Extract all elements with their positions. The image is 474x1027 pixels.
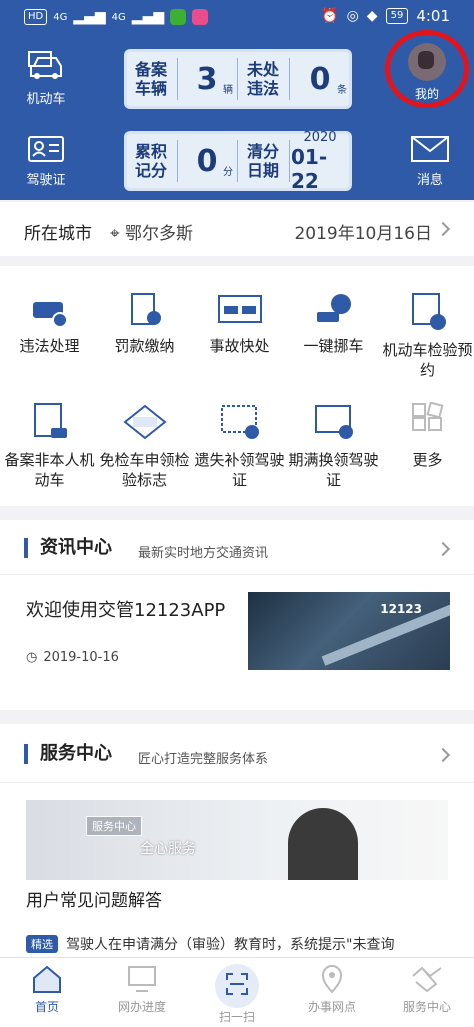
service-center-subtitle: 匠心打造完整服务体系 (138, 752, 269, 767)
news-title: 资讯中心 (24, 538, 112, 558)
news-thumbnail[interactable]: 12123 (248, 592, 450, 670)
messages-button[interactable]: 消息 (404, 135, 456, 188)
wifi-icon: ◆ (366, 8, 378, 24)
signal-2: 4G (111, 11, 126, 23)
clock-icon: ◷ (26, 650, 38, 665)
tab-scan[interactable]: 扫一扫 (190, 964, 284, 1025)
violations-unit: 条 (337, 85, 347, 96)
location-status-icon: ◎ (346, 8, 359, 24)
bottom-tab-bar: 首页 网办进度 扫一扫 办事网点 服务中心 (0, 957, 474, 1027)
clear-date: 01-22 (291, 144, 328, 193)
service-item[interactable]: 期满换领驾驶证 (286, 402, 381, 490)
messages-label: 消息 (416, 173, 443, 188)
scan-icon (226, 973, 248, 995)
violations-count: 0 (309, 61, 331, 97)
faq-link[interactable]: 用户常见问题解答 (26, 886, 162, 911)
more-icon (411, 402, 444, 431)
lost-license-icon (220, 405, 259, 439)
car-violation-icon (32, 302, 68, 328)
registered-unit: 辆 (223, 85, 233, 96)
clear-year: 2020 (303, 129, 337, 145)
violations-label: 未处违法 (246, 60, 279, 98)
points-count: 0 (196, 143, 218, 179)
service-grid: 违法处理 罚款缴纳 事故快处 一键挪车 机动车检验预约 备案非本人机动车 免检车… (0, 266, 474, 506)
tab-progress[interactable]: 网办进度 (95, 964, 189, 1015)
car-icon (28, 51, 62, 79)
move-car-icon (316, 294, 351, 322)
fine-payment-icon (130, 293, 161, 325)
service-item[interactable]: 罚款缴纳 (97, 292, 192, 356)
banner-tag: 服务中心 (86, 816, 142, 836)
notice-tag: 精选 (26, 935, 58, 953)
wechat-icon (170, 9, 187, 25)
service-item[interactable]: 机动车检验预约 (380, 292, 474, 380)
service-center-section: 服务中心 匠心打造完整服务体系 服务中心 全心服务 用户常见问题解答 精选 驾驶… (0, 724, 474, 959)
news-thumb-logo: 12123 (380, 602, 422, 616)
service-item[interactable]: 免检车申领检验标志 (97, 402, 192, 490)
header: HD 4G ▂▄▆ 4G ▂▄▆ ⏰ ◎ ◆ 59 4:01 机动车 驾驶证 备… (0, 0, 474, 200)
vehicle-label: 机动车 (26, 92, 66, 107)
notice-text: 驾驶人在申请满分（审验）教育时，系统提示"未查询 (66, 937, 395, 953)
points-summary-panel[interactable]: 累积记分 0 分 清分日期 2020 01-22 (124, 129, 352, 193)
service-item[interactable]: 违法处理 (2, 292, 97, 356)
network-indicator: HD (24, 9, 48, 25)
news-subtitle: 最新实时地方交通资讯 (138, 546, 269, 561)
city-label: 所在城市 (24, 224, 92, 244)
monitor-icon (128, 966, 156, 992)
location-icon (321, 965, 343, 994)
exempt-sticker-icon (122, 404, 167, 440)
chevron-right-icon (435, 221, 451, 237)
inspection-booking-icon (411, 293, 446, 330)
app-root: HD 4G ▂▄▆ 4G ▂▄▆ ⏰ ◎ ◆ 59 4:01 机动车 驾驶证 备… (0, 0, 474, 1027)
license-button[interactable]: 驾驶证 (18, 135, 74, 188)
renew-license-icon (314, 405, 353, 439)
profile-button[interactable]: 我的 (385, 30, 469, 108)
id-card-icon (28, 136, 64, 162)
news-section: 资讯中心 最新实时地方交通资讯 欢迎使用交管12123APP ◷ 2019-10-… (0, 520, 474, 710)
news-date: ◷ 2019-10-16 (26, 650, 119, 665)
city-row[interactable]: 所在城市 ⌖ 鄂尔多斯 2019年10月16日 (0, 202, 474, 256)
chevron-right-icon[interactable] (435, 541, 451, 557)
service-item[interactable]: 更多 (380, 402, 474, 470)
alarm-icon: ⏰ (321, 8, 339, 24)
clock: 4:01 (416, 7, 450, 25)
tab-service-center[interactable]: 服务中心 (380, 964, 474, 1015)
registered-count: 3 (196, 61, 218, 97)
home-icon (33, 965, 61, 993)
chevron-right-icon[interactable] (435, 747, 451, 763)
handshake-icon (412, 966, 442, 993)
accident-icon (217, 295, 262, 323)
register-car-icon (33, 403, 67, 438)
service-item[interactable]: 一键挪车 (286, 292, 381, 356)
city-date: 2019年10月16日 (294, 224, 432, 244)
service-item[interactable]: 事故快处 (192, 292, 287, 356)
notice-item[interactable]: 精选 驾驶人在申请满分（审验）教育时，系统提示"未查询 (26, 934, 394, 954)
service-item[interactable]: 遗失补领驾驶证 (192, 402, 287, 490)
points-label: 累积记分 (134, 142, 167, 180)
vehicle-button[interactable]: 机动车 (18, 50, 74, 107)
avatar (408, 43, 446, 81)
banner-person-image (288, 808, 358, 880)
app-icon (192, 9, 209, 25)
service-item[interactable]: 备案非本人机动车 (2, 402, 97, 490)
city-value: ⌖ 鄂尔多斯 (110, 224, 193, 244)
banner-text: 全心服务 (140, 841, 196, 857)
clear-date-label: 清分日期 (246, 142, 279, 180)
status-bar: HD 4G ▂▄▆ 4G ▂▄▆ ⏰ ◎ ◆ 59 4:01 (0, 0, 474, 34)
envelope-icon (411, 136, 449, 162)
registered-label: 备案车辆 (134, 60, 167, 98)
service-center-title: 服务中心 (24, 744, 112, 764)
me-label: 我的 (415, 87, 440, 101)
tab-locations[interactable]: 办事网点 (285, 964, 379, 1015)
battery-indicator: 59 (385, 8, 409, 24)
signal-icon-2: ▂▄▆ (131, 9, 165, 25)
points-unit: 分 (223, 167, 233, 178)
service-banner[interactable]: 服务中心 全心服务 (26, 800, 448, 880)
tab-home[interactable]: 首页 (0, 964, 94, 1015)
news-headline[interactable]: 欢迎使用交管12123APP (26, 596, 225, 622)
license-label: 驾驶证 (26, 173, 66, 188)
signal-1: 4G (53, 11, 68, 23)
signal-icon: ▂▄▆ (73, 9, 106, 25)
vehicle-summary-panel[interactable]: 备案车辆 3 辆 未处违法 0 条 (124, 49, 352, 109)
